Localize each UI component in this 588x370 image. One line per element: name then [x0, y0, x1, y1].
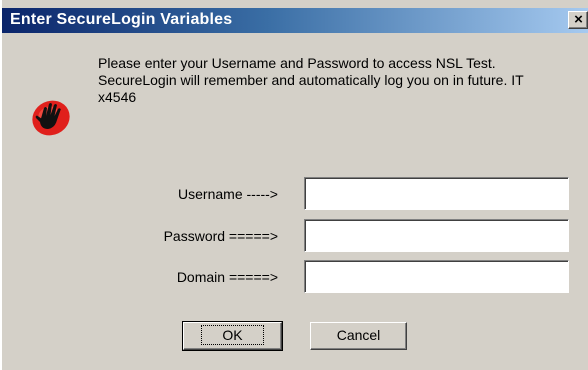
ok-button[interactable]: OK	[182, 321, 283, 351]
message-line-2: SecureLogin will remember and automatica…	[98, 72, 524, 88]
message-line-1: Please enter your Username and Password …	[98, 55, 496, 71]
close-button[interactable]: ×	[568, 11, 588, 29]
window-title: Enter SecureLogin Variables	[10, 11, 233, 28]
instruction-message: Please enter your Username and Password …	[98, 55, 568, 106]
secure-login-dialog: Enter SecureLogin Variables × Please ent…	[0, 0, 588, 370]
password-field[interactable]	[304, 219, 569, 252]
password-label: Password =====>	[163, 228, 278, 244]
username-field[interactable]	[304, 177, 569, 210]
close-icon: ×	[574, 11, 583, 28]
domain-field[interactable]	[304, 260, 569, 293]
title-bar[interactable]: Enter SecureLogin Variables ×	[2, 8, 588, 33]
message-line-3: x4546	[98, 89, 137, 105]
stop-hand-icon	[32, 100, 70, 136]
ok-button-label: OK	[201, 325, 264, 345]
cancel-button[interactable]: Cancel	[310, 322, 407, 350]
username-label: Username ----->	[178, 186, 278, 202]
domain-label: Domain =====>	[176, 269, 278, 285]
cancel-button-label: Cancel	[336, 327, 381, 343]
